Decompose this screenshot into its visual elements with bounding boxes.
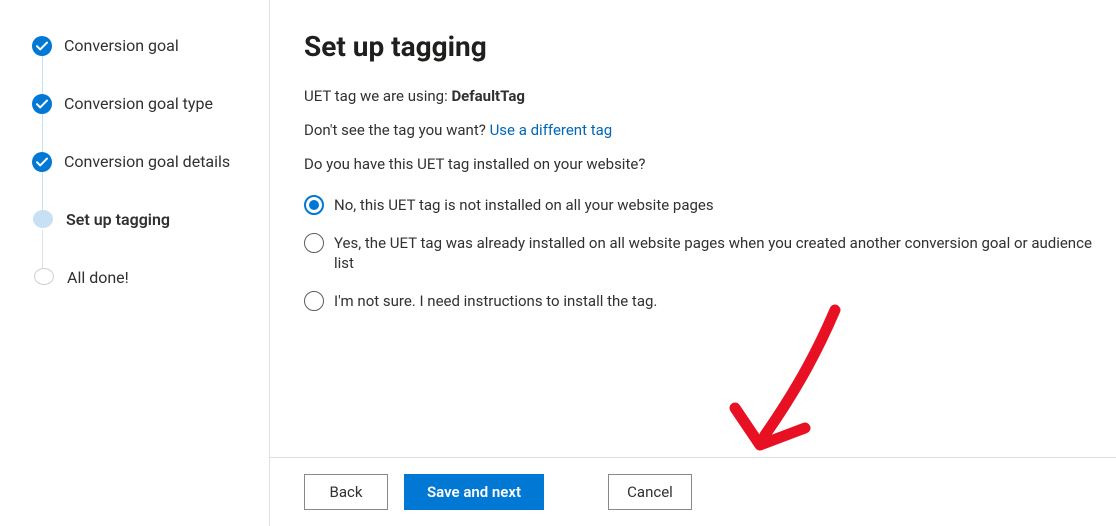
step-label: All done!: [67, 268, 129, 288]
radio-icon: [304, 195, 324, 215]
use-different-tag-link[interactable]: Use a different tag: [490, 121, 613, 139]
step-connector: [42, 172, 43, 210]
checkmark-icon: [32, 152, 52, 172]
page-title: Set up tagging: [304, 30, 1100, 63]
checkmark-icon: [32, 94, 52, 114]
radio-option-already-installed[interactable]: Yes, the UET tag was already installed o…: [304, 233, 1100, 273]
back-button[interactable]: Back: [304, 474, 388, 510]
current-step-icon: [33, 210, 53, 228]
radio-option-not-installed[interactable]: No, this UET tag is not installed on all…: [304, 195, 1100, 215]
checkmark-icon: [32, 36, 52, 56]
save-and-next-button[interactable]: Save and next: [404, 474, 544, 510]
wizard-stepper: Conversion goal Conversion goal type Con…: [0, 0, 270, 526]
step-label: Set up tagging: [66, 210, 170, 230]
wizard-footer: Back Save and next Cancel: [270, 457, 1116, 526]
page-root: Conversion goal Conversion goal type Con…: [0, 0, 1116, 526]
different-tag-prompt: Don't see the tag you want?: [304, 121, 490, 139]
tag-name: DefaultTag: [451, 87, 524, 105]
radio-dot-icon: [309, 200, 319, 210]
step-label: Conversion goal details: [64, 152, 230, 172]
step-connector: [42, 114, 43, 152]
tag-in-use-prefix: UET tag we are using:: [304, 87, 451, 105]
radio-label: Yes, the UET tag was already installed o…: [334, 233, 1100, 273]
radio-icon: [304, 233, 324, 253]
step-all-done: All done!: [32, 268, 269, 288]
step-conversion-goal[interactable]: Conversion goal: [32, 36, 269, 94]
step-connector: [42, 56, 43, 94]
radio-label: No, this UET tag is not installed on all…: [334, 195, 714, 215]
radio-icon: [304, 291, 324, 311]
step-set-up-tagging[interactable]: Set up tagging: [32, 210, 269, 268]
install-question: Do you have this UET tag installed on yo…: [304, 153, 1100, 175]
cancel-button[interactable]: Cancel: [608, 474, 692, 510]
radio-label: I'm not sure. I need instructions to ins…: [334, 291, 657, 311]
tag-installed-radio-group: No, this UET tag is not installed on all…: [304, 195, 1100, 329]
radio-option-not-sure[interactable]: I'm not sure. I need instructions to ins…: [304, 291, 1100, 311]
tag-in-use-line: UET tag we are using: DefaultTag: [304, 85, 1100, 107]
step-connector: [42, 230, 43, 268]
step-conversion-goal-details[interactable]: Conversion goal details: [32, 152, 269, 210]
future-step-icon: [34, 268, 54, 285]
step-label: Conversion goal: [64, 36, 179, 56]
step-conversion-goal-type[interactable]: Conversion goal type: [32, 94, 269, 152]
different-tag-line: Don't see the tag you want? Use a differ…: [304, 119, 1100, 141]
main-panel: Set up tagging UET tag we are using: Def…: [270, 0, 1116, 526]
step-label: Conversion goal type: [64, 94, 213, 114]
